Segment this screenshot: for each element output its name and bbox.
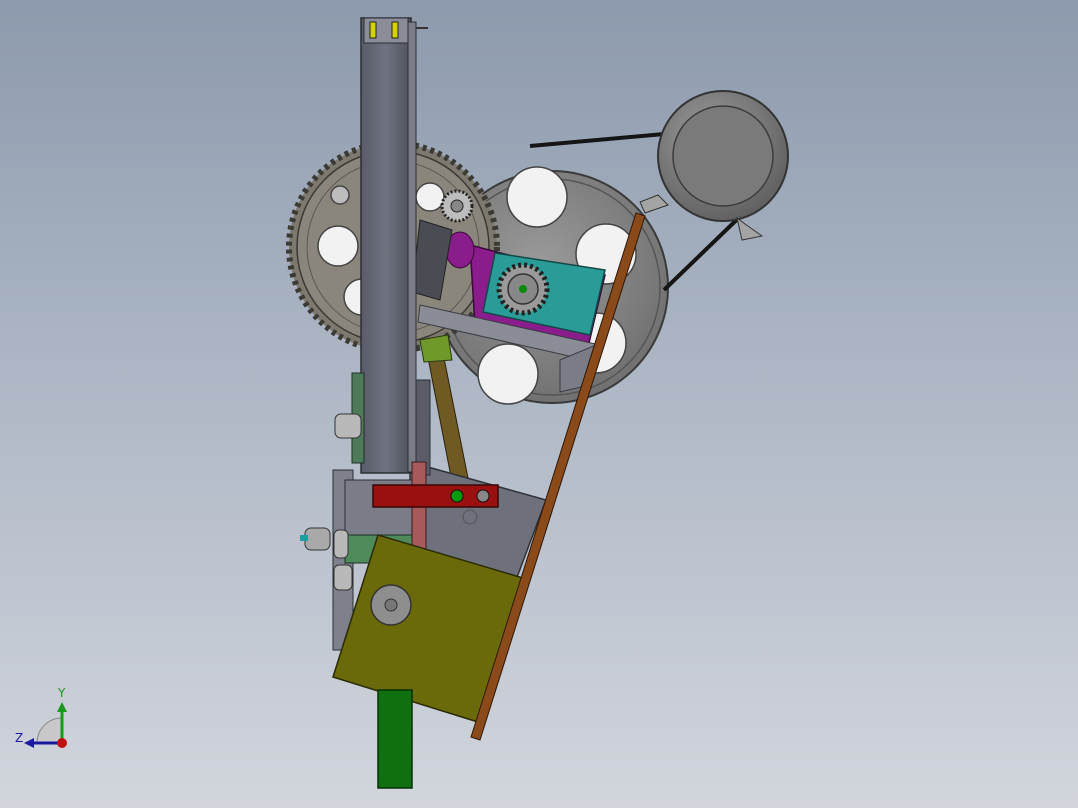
motor-foot xyxy=(639,194,669,214)
knob[interactable] xyxy=(304,527,331,551)
column-bearing xyxy=(369,21,377,39)
small-sprocket[interactable] xyxy=(496,262,550,316)
green-post[interactable] xyxy=(377,689,413,789)
spacer-roller xyxy=(333,564,353,591)
x-axis-icon xyxy=(57,738,67,748)
sprocket-center xyxy=(519,285,527,293)
gear-hole xyxy=(415,182,445,212)
coordinate-triad: Y Z xyxy=(12,686,82,758)
motor[interactable] xyxy=(639,90,789,241)
z-axis-label: Z xyxy=(15,731,24,745)
motor-foot xyxy=(736,216,764,241)
wheel-hole xyxy=(506,166,568,228)
y-axis-label: Y xyxy=(58,686,66,700)
assembly-scene[interactable] xyxy=(0,0,1078,808)
spacer-roller xyxy=(333,529,349,559)
triad-plane-icon xyxy=(36,717,63,744)
gear-bolt xyxy=(330,185,350,205)
gear-hole xyxy=(317,225,359,267)
wheel-hole xyxy=(477,343,539,405)
column-bearing xyxy=(391,21,399,39)
triad-graphic xyxy=(24,702,67,748)
spacer-roller xyxy=(334,413,362,439)
knob-tip xyxy=(300,535,308,541)
cad-viewport[interactable]: Y Z xyxy=(0,0,1078,808)
